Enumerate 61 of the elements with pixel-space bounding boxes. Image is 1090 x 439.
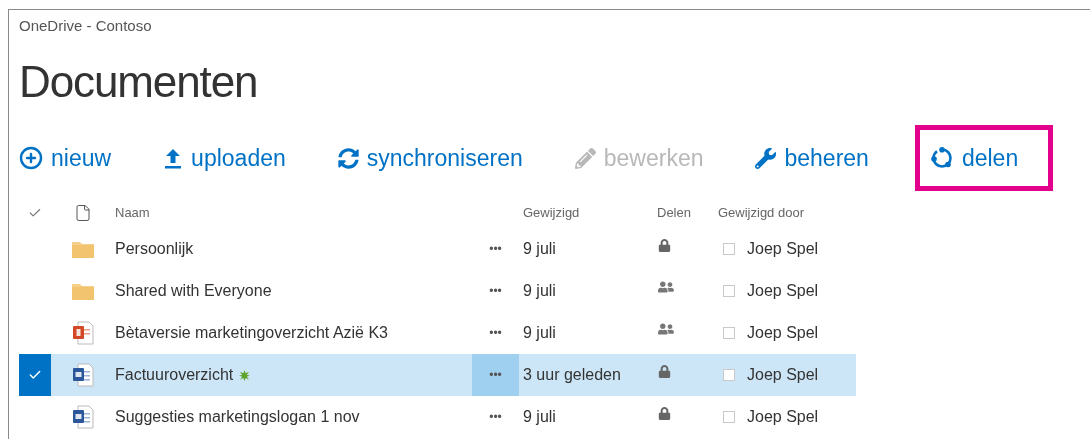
folder-icon bbox=[72, 282, 94, 300]
folder-icon bbox=[72, 240, 94, 258]
toolbar-button[interactable]: beheren bbox=[755, 125, 869, 191]
lock-icon bbox=[658, 364, 671, 378]
file-name[interactable]: Shared with Everyone bbox=[115, 279, 272, 303]
presentation-file-icon bbox=[72, 321, 94, 345]
modified-date: 9 juli bbox=[523, 408, 556, 425]
document-file-icon bbox=[72, 405, 94, 429]
lock-icon bbox=[658, 406, 671, 420]
people-icon bbox=[658, 279, 674, 295]
column-header[interactable]: Delen bbox=[657, 205, 691, 221]
file-name[interactable]: Factuuroverzicht bbox=[115, 363, 234, 387]
table-row[interactable]: Bètaversie marketingoverzicht Azië K3 ••• 9 juli Joep Spel bbox=[19, 312, 856, 354]
modified-by: Joep Spel bbox=[747, 323, 819, 343]
share-icon bbox=[929, 146, 954, 170]
more-button[interactable]: ••• bbox=[472, 396, 519, 438]
modified-date: 9 juli bbox=[523, 240, 556, 257]
row-checkbox[interactable] bbox=[723, 243, 735, 255]
modified-by: Joep Spel bbox=[747, 239, 819, 259]
table-row[interactable]: Factuuroverzicht ••• 3 uur geleden Joep Spel bbox=[19, 354, 856, 396]
site-title: OneDrive - Contoso bbox=[19, 16, 153, 36]
modified-date: 3 uur geleden bbox=[523, 366, 621, 383]
toolbar-button[interactable]: nieuw bbox=[19, 125, 112, 191]
more-button[interactable]: ••• bbox=[472, 312, 519, 354]
column-header[interactable]: Gewijzigd bbox=[523, 205, 580, 221]
document-file-icon bbox=[72, 363, 94, 387]
more-button[interactable]: ••• bbox=[472, 354, 519, 396]
table-row[interactable]: Suggesties marketingslogan 1 nov ••• 9 juli Joep Spel bbox=[19, 396, 856, 438]
row-checkbox[interactable] bbox=[723, 327, 735, 339]
upload-icon bbox=[163, 147, 184, 169]
file-name[interactable]: Suggesties marketingslogan 1 nov bbox=[115, 405, 360, 429]
row-checkbox[interactable] bbox=[723, 411, 735, 423]
sync-icon bbox=[337, 147, 359, 169]
file-name[interactable]: Persoonlijk bbox=[115, 237, 194, 261]
modified-by: Joep Spel bbox=[747, 365, 819, 385]
modified-date: 9 juli bbox=[523, 282, 556, 299]
select-all-icon[interactable] bbox=[28, 206, 42, 220]
modified-date: 9 juli bbox=[523, 324, 556, 341]
table-row[interactable]: Shared with Everyone ••• 9 juli Joep Spel bbox=[19, 270, 856, 312]
toolbar-button[interactable]: delen bbox=[914, 125, 1054, 191]
table-row[interactable]: Persoonlijk ••• 9 juli Joep Spel bbox=[19, 228, 856, 270]
more-button[interactable]: ••• bbox=[472, 228, 519, 270]
check-icon bbox=[28, 368, 42, 382]
pencil-icon bbox=[574, 147, 596, 169]
people-icon bbox=[658, 321, 674, 337]
toolbar-button[interactable]: uploaden bbox=[163, 125, 286, 191]
file-type-icon bbox=[74, 204, 92, 222]
add-icon bbox=[19, 146, 43, 170]
modified-by: Joep Spel bbox=[747, 407, 819, 427]
row-checkbox[interactable] bbox=[723, 369, 735, 381]
wrench-icon bbox=[755, 147, 777, 169]
row-check[interactable] bbox=[19, 354, 51, 396]
more-button[interactable]: ••• bbox=[472, 270, 519, 312]
page-title: Documenten bbox=[19, 56, 259, 108]
modified-by: Joep Spel bbox=[747, 281, 819, 301]
column-header[interactable]: Gewijzigd door bbox=[718, 205, 804, 221]
lock-icon bbox=[658, 238, 671, 252]
toolbar-button[interactable]: synchroniseren bbox=[337, 125, 523, 191]
column-header[interactable]: Naam bbox=[115, 205, 150, 221]
row-checkbox[interactable] bbox=[723, 285, 735, 297]
file-name[interactable]: Bètaversie marketingoverzicht Azië K3 bbox=[115, 321, 388, 345]
